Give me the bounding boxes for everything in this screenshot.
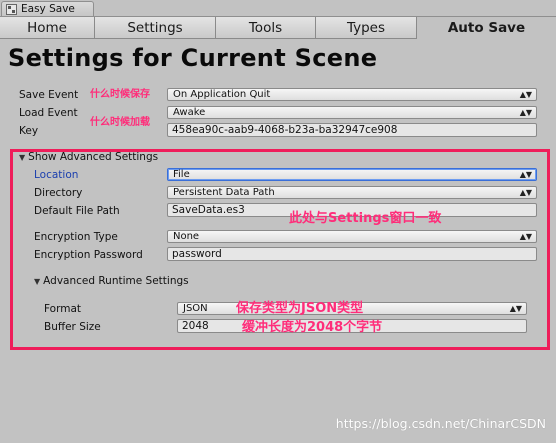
dropdown-arrows-icon: ▲▼ xyxy=(519,108,532,117)
load-event-dropdown[interactable]: Awake ▲▼ xyxy=(167,106,537,119)
encryption-password-field[interactable]: password xyxy=(167,247,537,261)
key-value: 458ea90c-aab9-4068-b23a-ba32947ce908 xyxy=(172,124,398,136)
location-value: File xyxy=(173,169,190,180)
foldout-expanded-icon: ▼ xyxy=(34,277,41,286)
tab-settings[interactable]: Settings xyxy=(95,17,216,39)
key-field[interactable]: 458ea90c-aab9-4068-b23a-ba32947ce908 xyxy=(167,123,537,137)
main-tabs: Home Settings Tools Types Auto Save xyxy=(0,17,556,39)
load-event-note: 什么时候加载 xyxy=(90,117,150,128)
tab-types[interactable]: Types xyxy=(316,17,417,39)
dropdown-arrows-icon: ▲▼ xyxy=(519,170,532,179)
format-value: JSON xyxy=(183,303,208,314)
format-label: Format xyxy=(44,303,82,315)
encryption-type-value: None xyxy=(173,231,200,242)
format-note: 保存类型为JSON类型 xyxy=(236,301,364,316)
save-event-label: Save Event xyxy=(19,89,79,101)
default-file-path-value: SaveData.es3 xyxy=(172,204,245,216)
unity-window-icon xyxy=(6,4,17,15)
directory-dropdown[interactable]: Persistent Data Path ▲▼ xyxy=(167,186,537,199)
encryption-password-value: password xyxy=(172,248,222,260)
directory-value: Persistent Data Path xyxy=(173,187,275,198)
location-label: Location xyxy=(34,169,79,181)
buffer-size-value: 2048 xyxy=(182,320,209,332)
dropdown-arrows-icon: ▲▼ xyxy=(509,304,522,313)
tab-auto-save[interactable]: Auto Save xyxy=(417,17,556,39)
advanced-runtime-foldout[interactable]: ▼ Advanced Runtime Settings xyxy=(34,275,189,287)
save-event-dropdown[interactable]: On Application Quit ▲▼ xyxy=(167,88,537,101)
save-event-value: On Application Quit xyxy=(173,89,271,100)
tab-home[interactable]: Home xyxy=(0,17,95,39)
tab-tools[interactable]: Tools xyxy=(216,17,316,39)
dropdown-arrows-icon: ▲▼ xyxy=(519,188,532,197)
encryption-password-label: Encryption Password xyxy=(34,249,143,261)
settings-consistency-note: 此处与Settings窗口一致 xyxy=(289,211,442,226)
watermark-url: https://blog.csdn.net/ChinarCSDN xyxy=(335,416,546,431)
window-tab[interactable]: Easy Save xyxy=(1,1,94,17)
save-event-note: 什么时候保存 xyxy=(90,89,150,100)
location-dropdown[interactable]: File ▲▼ xyxy=(167,168,537,181)
dropdown-arrows-icon: ▲▼ xyxy=(519,90,532,99)
buffer-note: 缓冲长度为2048个字节 xyxy=(242,320,383,335)
key-label: Key xyxy=(19,125,39,137)
window-title: Easy Save xyxy=(21,3,75,15)
load-event-value: Awake xyxy=(173,107,206,118)
buffer-size-label: Buffer Size xyxy=(44,321,101,333)
directory-label: Directory xyxy=(34,187,83,199)
encryption-type-label: Encryption Type xyxy=(34,231,118,243)
dropdown-arrows-icon: ▲▼ xyxy=(519,232,532,241)
encryption-type-dropdown[interactable]: None ▲▼ xyxy=(167,230,537,243)
advanced-runtime-label: Advanced Runtime Settings xyxy=(43,275,189,287)
page-title: Settings for Current Scene xyxy=(8,44,378,72)
load-event-label: Load Event xyxy=(19,107,78,119)
default-file-path-label: Default File Path xyxy=(34,205,120,217)
